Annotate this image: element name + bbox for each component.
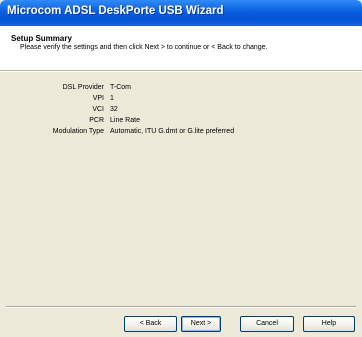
summary-row-vpi: VPI 1 [0, 95, 362, 106]
title-bar[interactable]: Microcom ADSL DeskPorte USB Wizard [0, 0, 362, 26]
modulation-type-value: Automatic, ITU G.dmt or G.lite preferred [110, 128, 235, 135]
header-divider-highlight [0, 71, 362, 72]
vci-label: VCI [92, 106, 104, 113]
pcr-label: PCR [89, 117, 104, 124]
button-separator [6, 306, 356, 308]
vci-value: 32 [110, 106, 118, 113]
back-button[interactable]: < Back [124, 316, 177, 332]
window-title: Microcom ADSL DeskPorte USB Wizard [7, 5, 224, 17]
dsl-provider-value: T-Com [110, 84, 131, 91]
vpi-label: VPI [92, 95, 104, 102]
wizard-window: Microcom ADSL DeskPorte USB Wizard Setup… [0, 0, 362, 337]
settings-summary: DSL Provider T-Com VPI 1 VCI 32 PCR Line… [0, 84, 362, 139]
help-button[interactable]: Help [303, 316, 355, 332]
summary-row-modulation-type: Modulation Type Automatic, ITU G.dmt or … [0, 128, 362, 139]
next-button[interactable]: Next > [181, 316, 221, 332]
modulation-type-label: Modulation Type [52, 128, 104, 135]
wizard-header: Setup Summary Please verify the settings… [0, 26, 362, 71]
cancel-button[interactable]: Cancel [240, 316, 294, 332]
vpi-value: 1 [110, 95, 114, 102]
header-title: Setup Summary [11, 34, 72, 43]
summary-row-dsl-provider: DSL Provider T-Com [0, 84, 362, 95]
summary-row-vci: VCI 32 [0, 106, 362, 117]
dsl-provider-label: DSL Provider [62, 84, 104, 91]
pcr-value: Line Rate [110, 117, 140, 124]
summary-row-pcr: PCR Line Rate [0, 117, 362, 128]
header-subtitle: Please verify the settings and then clic… [20, 44, 268, 51]
